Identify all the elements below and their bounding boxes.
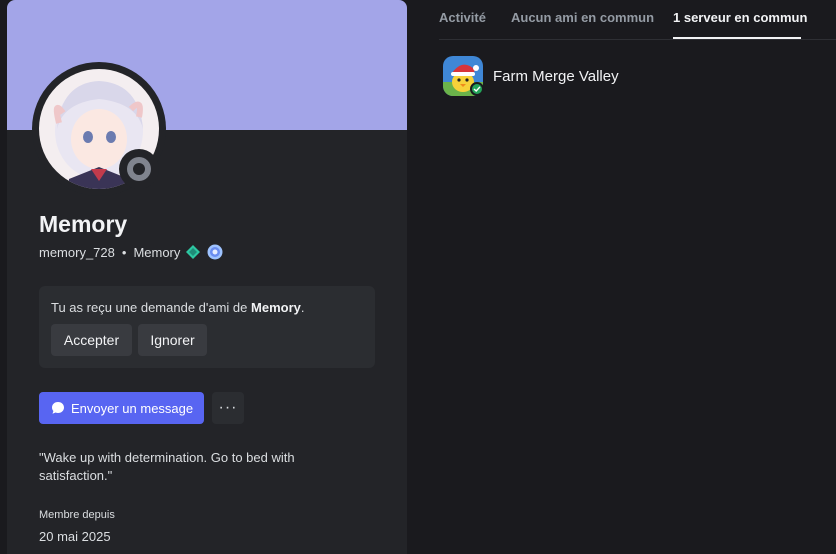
status-indicator — [119, 149, 159, 189]
send-message-label: Envoyer un message — [71, 400, 194, 416]
profile-bio: "Wake up with determination. Go to bed w… — [39, 450, 295, 483]
profile-subline: memory_728 • Memory — [39, 243, 224, 261]
active-tab-indicator — [673, 37, 801, 39]
profile-popout: Memory memory_728 • Memory Tu as reçu un — [0, 0, 836, 554]
send-message-button[interactable]: Envoyer un message — [39, 392, 204, 424]
username[interactable]: memory_728 — [39, 245, 115, 260]
server-name: Farm Merge Valley — [493, 67, 619, 85]
hypesquad-gem-icon[interactable] — [184, 243, 202, 261]
tab-mutual-servers[interactable]: 1 serveur en commun — [673, 10, 807, 25]
profile-panel: Memory memory_728 • Memory Tu as reçu un — [7, 0, 407, 554]
nitro-boost-icon[interactable] — [206, 243, 224, 261]
tab-mutual-friends[interactable]: Aucun ami en commun — [511, 10, 654, 25]
member-since-label: Membre depuis — [39, 509, 115, 521]
pronoun-tag: Memory — [133, 244, 181, 260]
message-bubble-icon — [52, 402, 64, 414]
friend-request-text: Tu as reçu une demande d'ami de Memory. — [51, 300, 305, 315]
verified-check-icon — [470, 82, 484, 96]
member-since-date: 20 mai 2025 — [39, 529, 111, 544]
ignore-button[interactable]: Ignorer — [138, 324, 207, 356]
offline-status-icon — [127, 157, 151, 181]
separator: • — [121, 244, 127, 260]
accept-button[interactable]: Accepter — [51, 324, 132, 356]
friend-request-name: Memory — [251, 300, 301, 315]
avatar-frame — [32, 62, 166, 196]
more-options-button[interactable]: ··· — [212, 392, 244, 424]
display-name: Memory — [39, 211, 128, 237]
tab-activity[interactable]: Activité — [439, 10, 486, 25]
friend-request-box: Tu as reçu une demande d'ami de Memory. … — [39, 286, 375, 368]
profile-tabs: Activité Aucun ami en commun 1 serveur e… — [439, 0, 836, 40]
